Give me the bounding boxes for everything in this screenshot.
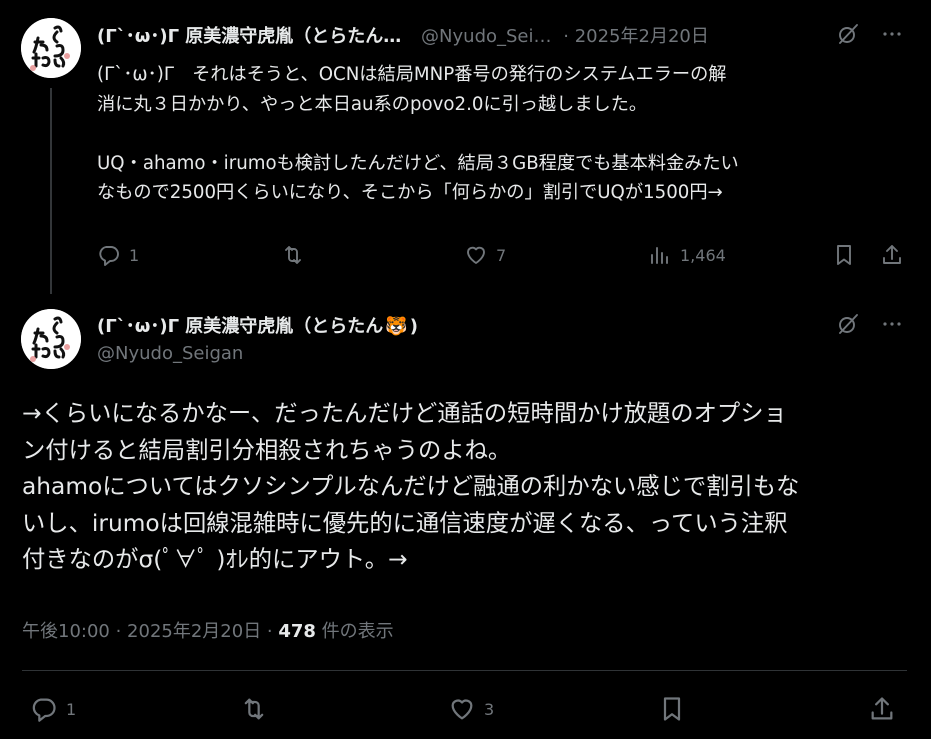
tweet1-grok-button[interactable] [836,22,860,46]
tweet2-like-button[interactable]: 3 [448,695,494,723]
bookmark-icon [663,697,681,721]
share-icon [883,245,901,264]
tweet2-retweet-button[interactable] [240,695,268,723]
thread-line [50,88,52,294]
tweet1-retweet-button[interactable] [281,243,305,267]
more-icon [883,322,901,326]
tweet1-reply-button[interactable]: 1 [97,243,139,267]
tweet1-line: (Γ`･ω･)Γ それはそうと、OCNは結局MNP番号の発行のシステムエラーの解 [97,64,727,85]
tweet1-header: (Γ`･ω･)Γ 原美濃守虎胤（とらたん… @Nyudo_Sei… · 2025… [97,22,709,48]
avatar[interactable] [21,18,81,78]
tweet1-share-button[interactable] [880,243,904,267]
tweet2-reply-count: 1 [66,699,77,719]
tweet2-grok-button[interactable] [836,312,860,336]
retweet-icon [285,246,301,264]
divider [22,670,907,671]
tiger-emoji-icon: 🐯 [385,316,408,337]
tweet1-like-count: 7 [496,245,507,265]
tweet1-line: 消に丸３日かかり、やっと本日au系のpovo2.0に引っ越しました。 [97,93,648,115]
tweet2-reply-button[interactable]: 1 [30,695,76,723]
tweet2-header: (Γ`･ω･)Γ 原美濃守虎胤（とらたん 🐯) [97,312,418,338]
tweet2-line: ン付けると結局割引分相殺されちゃうのよね。 [22,436,512,464]
tweet2-handle[interactable]: @Nyudo_Seigan [97,343,243,364]
tweet2-views-count: 478 [278,621,316,642]
tweet2-timestamp[interactable]: 午後10:00 · 2025年2月20日 · [22,621,278,642]
avatar-image [21,18,81,78]
grok-icon [839,24,858,44]
bookmark-icon [837,245,851,265]
avatar[interactable] [21,309,81,369]
avatar-image [21,309,81,369]
tweet2-name-suffix: ) [409,316,418,337]
tweet1-views-count: 1,464 [680,245,726,265]
analytics-icon [651,247,668,264]
tweet2-line: 付きなのがσ(ﾟ∀ﾟ )ｵﾚ的にアウト。→ [22,546,408,573]
grok-icon [839,314,858,334]
tweet1-views-button[interactable]: 1,464 [648,243,726,267]
tweet2-line: →くらいになるかなー、だったんだけど通話の短時間かけ放題のオプショ [22,400,787,427]
heart-icon [451,699,473,720]
tweet2-line: いし、irumoは回線混雑時に優先的に通信速度が遅くなる、っていう注釈 [22,509,788,537]
tweet1-bookmark-button[interactable] [832,243,856,267]
share-icon [871,697,893,720]
heart-icon [467,246,485,264]
tweet2-more-button[interactable] [880,312,904,336]
tweet1-date[interactable]: · 2025年2月20日 [563,26,709,47]
tweet2-display-name[interactable]: (Γ`･ω･)Γ 原美濃守虎胤（とらたん [97,316,383,337]
tweet2-like-count: 3 [484,699,495,719]
tweet2-views-label: 件の表示 [315,621,394,642]
tweet1-line: UQ・ahamo・irumoも検討したんだけど、結局３GB程度でも基本料金みたい [97,152,739,174]
tweet1-line: なもので2500円くらいになり、そこから「何らかの」割引でUQが1500円→ [97,182,723,203]
tweet2-meta: 午後10:00 · 2025年2月20日 · 478 件の表示 [22,617,394,643]
reply-icon [32,698,56,722]
tweet1-line [97,119,907,149]
tweet1-reply-count: 1 [129,245,140,265]
tweet1-display-name[interactable]: (Γ`･ω･)Γ 原美濃守虎胤（とらたん… [97,26,401,47]
tweet2-line: ahamoについてはクソシンプルなんだけど融通の利かない感じで割引もな [22,473,800,500]
tweet2-text: →くらいになるかなー、だったんだけど通話の短時間かけ放題のオプショ ン付けると結… [22,396,912,579]
tweet1-like-button[interactable]: 7 [464,243,506,267]
tweet2-bookmark-button[interactable] [658,695,686,723]
tweet2-share-button[interactable] [868,695,896,723]
tweet1-text: (Γ`･ω･)Γ それはそうと、OCNは結局MNP番号の発行のシステムエラーの解… [97,60,907,208]
tweet1-handle[interactable]: @Nyudo_Sei… [421,26,551,47]
more-icon [883,32,901,36]
retweet-icon [244,698,264,720]
reply-icon [99,246,119,266]
tweet1-more-button[interactable] [880,22,904,46]
